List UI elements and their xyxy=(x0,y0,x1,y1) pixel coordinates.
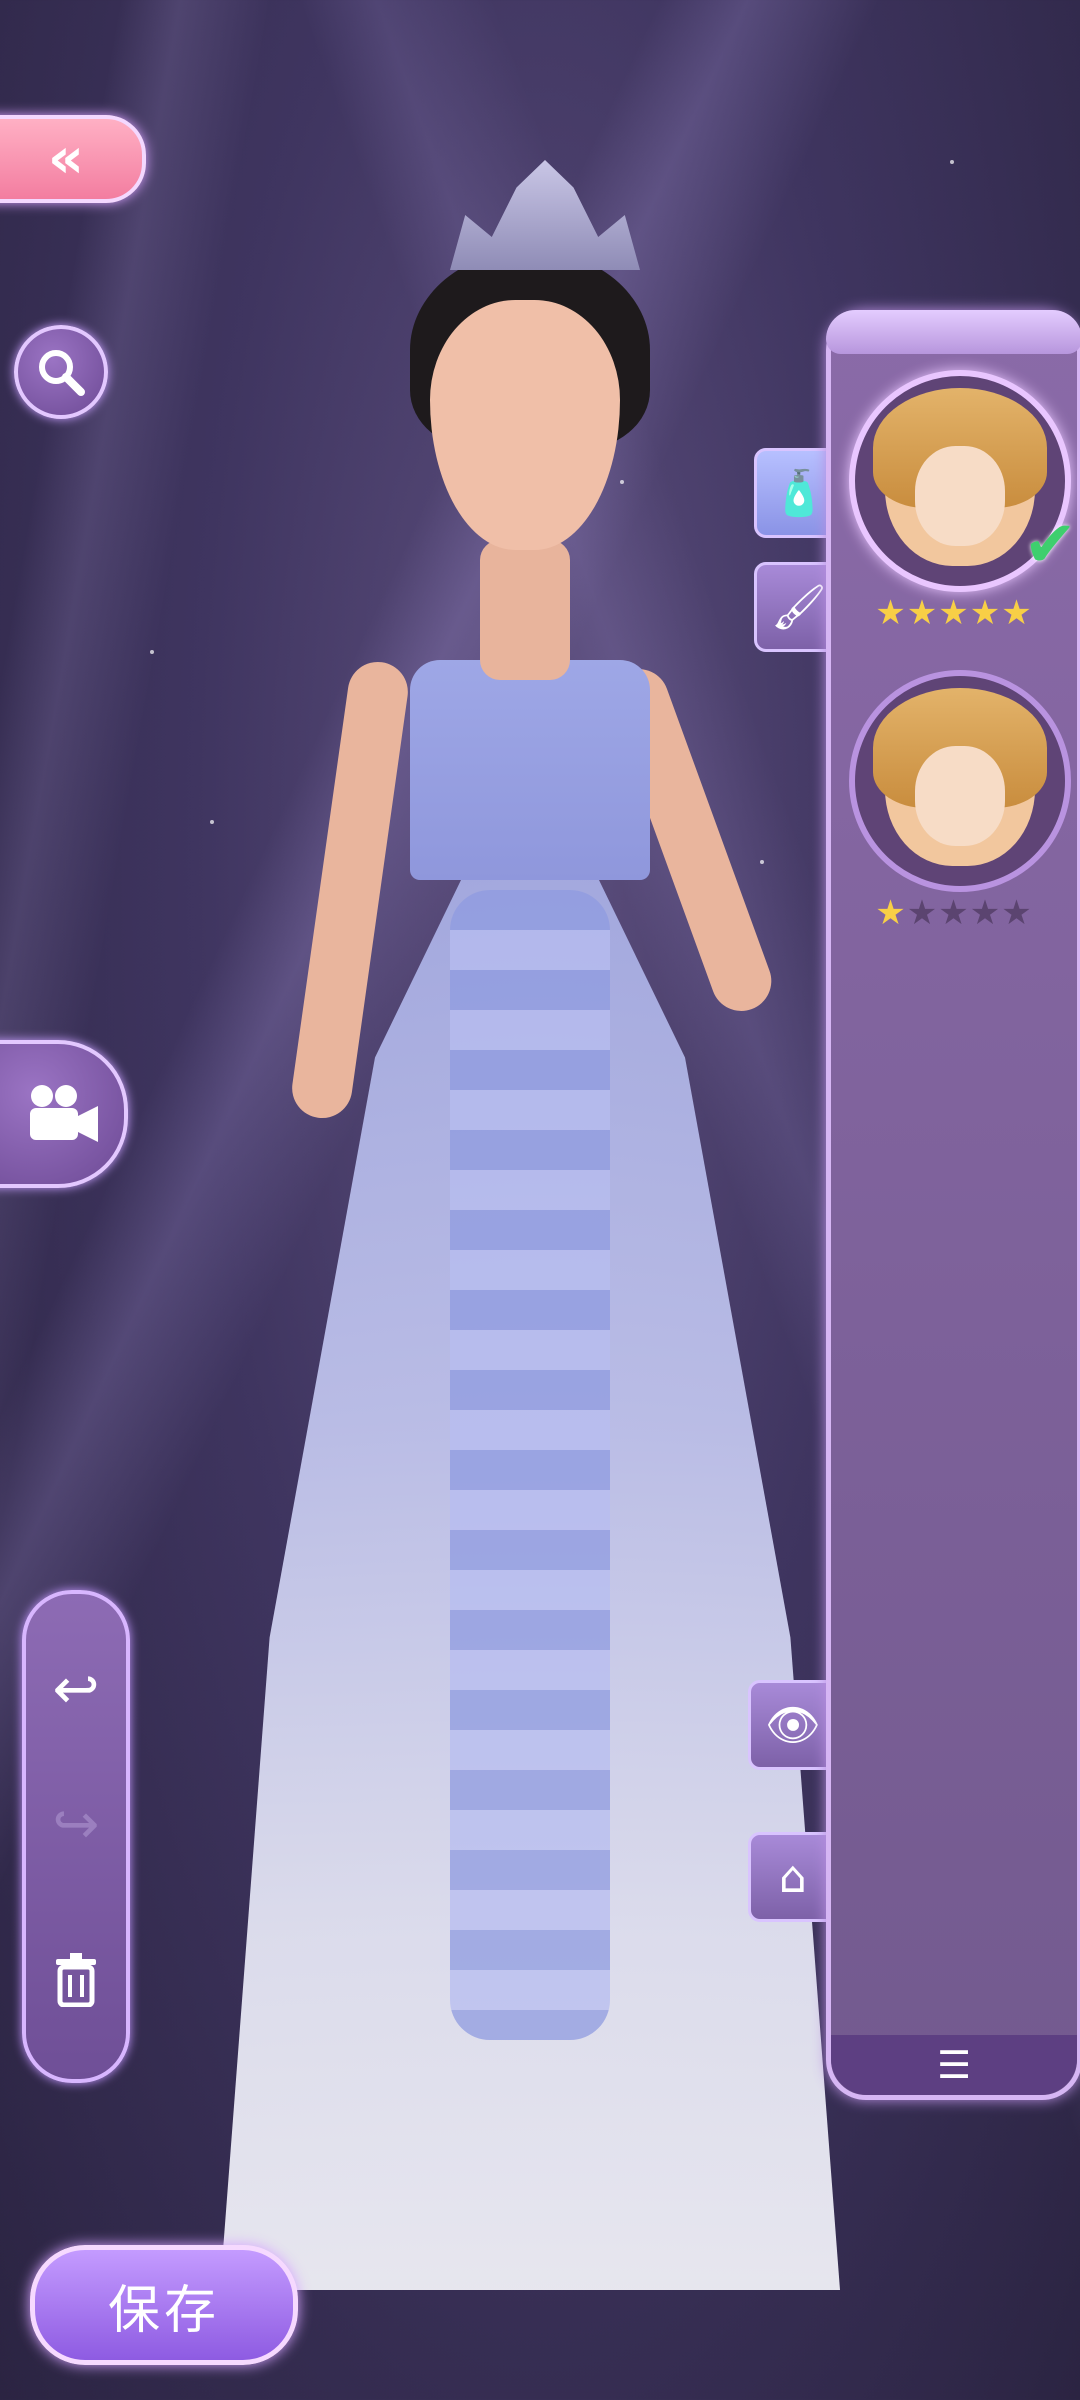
tab-wardrobe[interactable]: ⌂ xyxy=(748,1832,838,1922)
list-icon: ☰ xyxy=(936,2043,972,2087)
save-button[interactable]: 保存 xyxy=(30,2245,298,2365)
gown-ruffle xyxy=(450,890,610,2040)
neck xyxy=(480,540,570,680)
back-button[interactable]: « xyxy=(0,115,146,203)
makeup-preview xyxy=(873,388,1047,566)
redo-button[interactable]: ↪ xyxy=(26,1779,126,1869)
search-button[interactable] xyxy=(14,325,108,419)
item-panel: ✔ ★★★★★ ★★★★★ ☰ xyxy=(826,310,1080,2100)
item-slot-1[interactable]: ✔ xyxy=(849,370,1077,592)
nail-polish-icon: 🧴 xyxy=(771,468,827,519)
magnifier-icon xyxy=(39,350,85,396)
star-rating-1: ★★★★★ xyxy=(875,593,1033,633)
undo-arrow-icon: ↩ xyxy=(52,1656,100,1722)
save-button-label: 保存 xyxy=(107,2280,220,2341)
makeup-preview xyxy=(873,688,1047,866)
panel-crest xyxy=(826,310,1080,354)
bodice xyxy=(410,660,650,880)
character-head xyxy=(430,300,620,550)
video-button[interactable] xyxy=(0,1040,128,1188)
tiara xyxy=(450,160,640,270)
double-chevron-left-icon: « xyxy=(47,126,85,191)
undo-button[interactable]: ↩ xyxy=(26,1644,126,1734)
video-camera-icon xyxy=(30,1085,98,1142)
item-slot-2[interactable] xyxy=(849,670,1071,892)
check-icon: ✔ xyxy=(1023,508,1077,582)
delete-button[interactable] xyxy=(26,1934,126,2024)
edit-tools-panel: ↩ ↪ xyxy=(22,1590,130,2083)
eye-icon: 👁 xyxy=(765,1700,821,1751)
tab-visibility[interactable]: 👁 xyxy=(748,1680,838,1770)
panel-menu-button[interactable]: ☰ xyxy=(831,2035,1077,2095)
star-rating-2: ★★★★★ xyxy=(875,893,1033,933)
hanger-icon: ⌂ xyxy=(779,1851,807,1903)
redo-arrow-icon: ↪ xyxy=(52,1791,100,1857)
brush-icon: 🖌 xyxy=(771,582,827,633)
trash-icon xyxy=(56,1953,96,2007)
